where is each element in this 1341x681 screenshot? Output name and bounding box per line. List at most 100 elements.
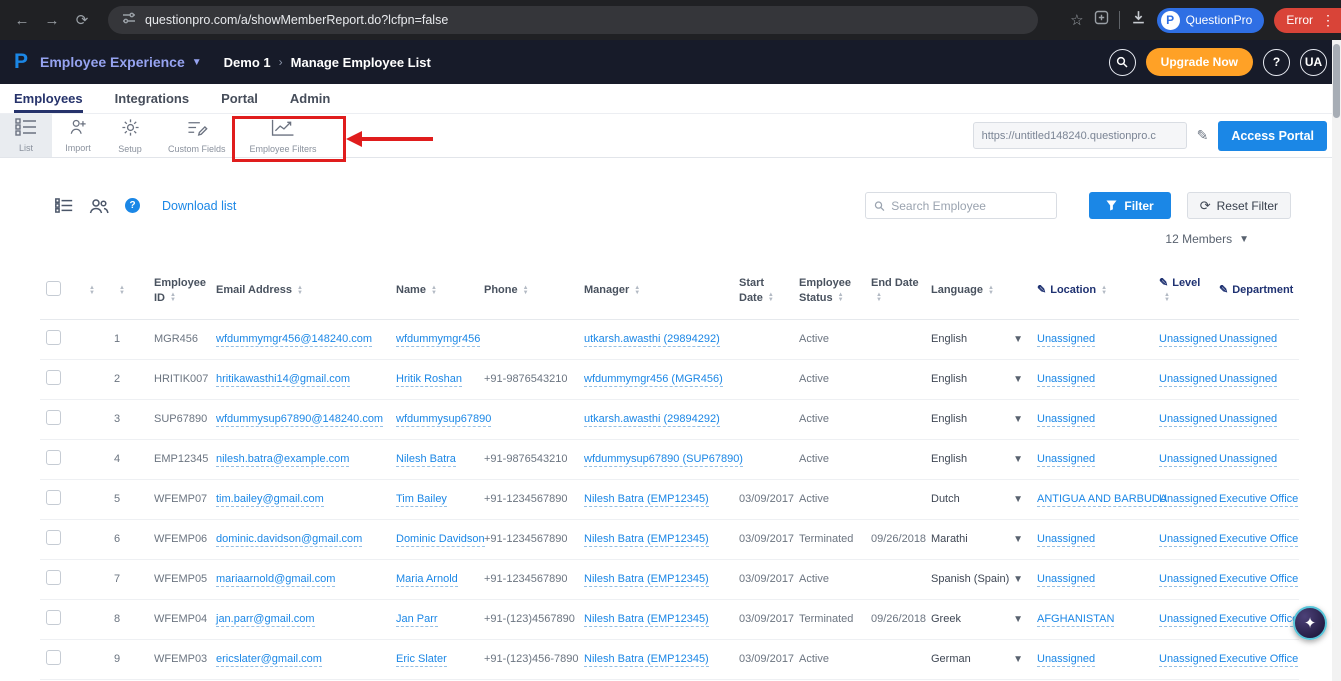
department-link[interactable]: Executive Office — [1219, 613, 1298, 627]
questionpro-logo[interactable]: P — [14, 50, 28, 74]
sort-icon[interactable]: ▲▼ — [1101, 286, 1107, 296]
email-link[interactable]: jan.parr@gmail.com — [216, 613, 315, 627]
edit-column-icon[interactable]: ✎ — [1037, 284, 1046, 296]
portal-url-field[interactable]: https://untitled148240.questionpro.c — [973, 122, 1187, 149]
manager-link[interactable]: utkarsh.awasthi (29894292) — [584, 333, 720, 347]
department-link[interactable]: Executive Office — [1219, 493, 1298, 507]
name-link[interactable]: Hritik Roshan — [396, 373, 462, 387]
address-bar[interactable]: questionpro.com/a/showMemberReport.do?lc… — [108, 6, 1038, 34]
email-link[interactable]: wfdummymgr456@148240.com — [216, 333, 372, 347]
download-icon[interactable] — [1130, 9, 1147, 31]
row-checkbox[interactable] — [46, 330, 61, 345]
tab-portal[interactable]: Portal — [221, 84, 258, 113]
error-chip[interactable]: Error ⋮ — [1274, 8, 1341, 33]
sort-icon[interactable]: ▲▼ — [89, 286, 95, 296]
toolbar-item-list[interactable]: List — [0, 114, 52, 157]
name-link[interactable]: Jan Parr — [396, 613, 438, 627]
location-link[interactable]: Unassigned — [1037, 333, 1095, 347]
upgrade-now-button[interactable]: Upgrade Now — [1146, 48, 1253, 76]
location-link[interactable]: Unassigned — [1037, 413, 1095, 427]
tab-employees[interactable]: Employees — [14, 84, 83, 113]
help-icon[interactable]: ? — [125, 198, 140, 213]
name-link[interactable]: Dominic Davidson — [396, 533, 485, 547]
back-icon[interactable]: ← — [10, 8, 34, 32]
email-link[interactable]: dominic.davidson@gmail.com — [216, 533, 362, 547]
avatar[interactable]: UA — [1300, 49, 1327, 76]
location-link[interactable]: Unassigned — [1037, 573, 1095, 587]
row-checkbox[interactable] — [46, 370, 61, 385]
members-count[interactable]: 12 Members ▼ — [0, 232, 1249, 246]
download-list-link[interactable]: Download list — [162, 199, 236, 213]
row-checkbox[interactable] — [46, 450, 61, 465]
name-link[interactable]: Maria Arnold — [396, 573, 458, 587]
level-link[interactable]: Unassigned — [1159, 453, 1217, 467]
sort-icon[interactable]: ▲▼ — [768, 293, 774, 303]
department-link[interactable]: Executive Office — [1219, 533, 1298, 547]
sort-icon[interactable]: ▲▼ — [1164, 293, 1170, 303]
sort-icon[interactable]: ▲▼ — [119, 286, 125, 296]
language-select[interactable]: German▼ — [931, 653, 1025, 665]
department-link[interactable]: Executive Office — [1219, 573, 1298, 587]
tab-admin[interactable]: Admin — [290, 84, 330, 113]
manager-link[interactable]: Nilesh Batra (EMP12345) — [584, 573, 709, 587]
reload-icon[interactable]: ⟳ — [70, 8, 94, 32]
tab-group-icon[interactable] — [1094, 10, 1109, 30]
location-link[interactable]: Unassigned — [1037, 533, 1095, 547]
name-link[interactable]: Nilesh Batra — [396, 453, 456, 467]
row-checkbox[interactable] — [46, 530, 61, 545]
search-employee-input[interactable] — [891, 199, 1048, 213]
edit-column-icon[interactable]: ✎ — [1219, 284, 1228, 296]
sort-icon[interactable]: ▲▼ — [634, 286, 640, 296]
search-icon[interactable] — [1109, 49, 1136, 76]
location-link[interactable]: Unassigned — [1037, 453, 1095, 467]
language-select[interactable]: Greek▼ — [931, 613, 1025, 625]
sort-icon[interactable]: ▲▼ — [523, 286, 529, 296]
name-link[interactable]: Eric Slater — [396, 653, 447, 667]
name-link[interactable]: wfdummysup67890 — [396, 413, 491, 427]
department-link[interactable]: Executive Office — [1219, 653, 1298, 667]
level-link[interactable]: Unassigned — [1159, 413, 1217, 427]
product-switcher[interactable]: Employee Experience ▼ — [40, 54, 202, 70]
email-link[interactable]: ericslater@gmail.com — [216, 653, 322, 667]
level-link[interactable]: Unassigned — [1159, 373, 1217, 387]
language-select[interactable]: English▼ — [931, 453, 1025, 465]
row-checkbox[interactable] — [46, 410, 61, 425]
toolbar-item-setup[interactable]: Setup — [104, 114, 156, 157]
level-link[interactable]: Unassigned — [1159, 573, 1217, 587]
reset-filter-button[interactable]: ⟳ Reset Filter — [1187, 192, 1291, 219]
level-link[interactable]: Unassigned — [1159, 333, 1217, 347]
forward-icon[interactable]: → — [40, 8, 64, 32]
filter-button[interactable]: Filter — [1089, 192, 1170, 219]
name-link[interactable]: wfdummymgr456 — [396, 333, 480, 347]
level-link[interactable]: Unassigned — [1159, 533, 1217, 547]
department-link[interactable]: Unassigned — [1219, 413, 1277, 427]
help-button[interactable]: ? — [1263, 49, 1290, 76]
level-link[interactable]: Unassigned — [1159, 613, 1217, 627]
row-checkbox[interactable] — [46, 610, 61, 625]
edit-url-icon[interactable]: ✎ — [1197, 127, 1209, 144]
email-link[interactable]: nilesh.batra@example.com — [216, 453, 349, 467]
department-link[interactable]: Unassigned — [1219, 333, 1277, 347]
edit-column-icon[interactable]: ✎ — [1159, 277, 1168, 289]
manager-link[interactable]: wfdummymgr456 (MGR456) — [584, 373, 723, 387]
select-all-checkbox[interactable] — [46, 281, 61, 296]
sort-icon[interactable]: ▲▼ — [876, 293, 882, 303]
manager-link[interactable]: Nilesh Batra (EMP12345) — [584, 653, 709, 667]
email-link[interactable]: mariaarnold@gmail.com — [216, 573, 335, 587]
tab-integrations[interactable]: Integrations — [115, 84, 189, 113]
breadcrumb-parent[interactable]: Demo 1 — [224, 55, 271, 70]
toolbar-item-custom-fields[interactable]: Custom Fields — [156, 114, 238, 157]
location-link[interactable]: AFGHANISTAN — [1037, 613, 1114, 627]
language-select[interactable]: Dutch▼ — [931, 493, 1025, 505]
bookmark-star-icon[interactable]: ☆ — [1070, 11, 1083, 29]
manager-link[interactable]: Nilesh Batra (EMP12345) — [584, 613, 709, 627]
manager-link[interactable]: wfdummysup67890 (SUP67890) — [584, 453, 743, 467]
group-view-icon[interactable] — [89, 198, 109, 214]
site-settings-icon[interactable] — [122, 11, 136, 30]
language-select[interactable]: English▼ — [931, 413, 1025, 425]
manager-link[interactable]: Nilesh Batra (EMP12345) — [584, 493, 709, 507]
sort-icon[interactable]: ▲▼ — [838, 293, 844, 303]
sort-icon[interactable]: ▲▼ — [297, 286, 303, 296]
column-settings-icon[interactable] — [55, 198, 73, 213]
manager-link[interactable]: utkarsh.awasthi (29894292) — [584, 413, 720, 427]
